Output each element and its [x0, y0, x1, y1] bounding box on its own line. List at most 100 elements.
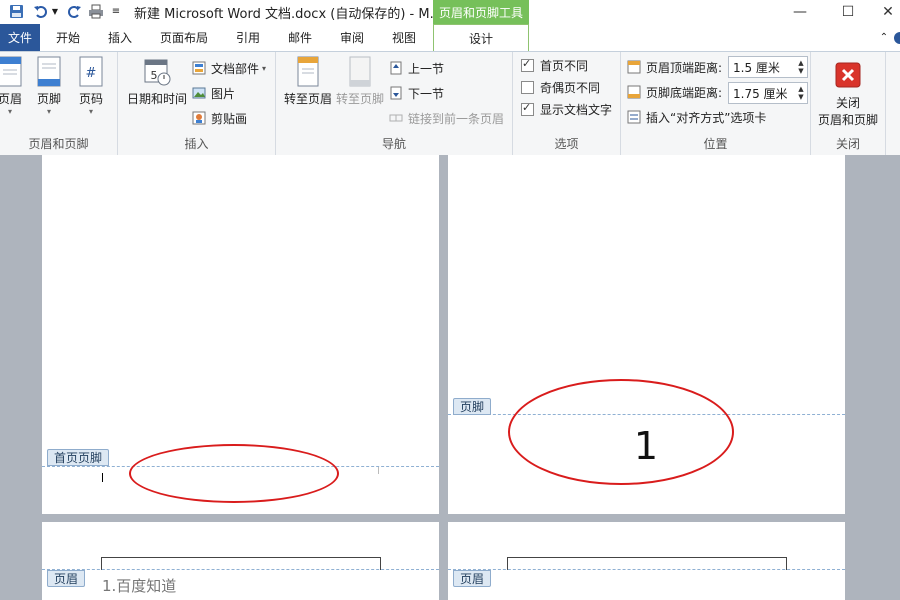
clipart-button[interactable]: 剪贴画: [192, 108, 247, 128]
next-section-label: 下一节: [408, 86, 445, 101]
red-annotation-ellipse: [508, 379, 734, 485]
minimize-button[interactable]: —: [780, 0, 820, 24]
insert-align-tab-button[interactable]: 插入“对齐方式”选项卡: [627, 107, 766, 127]
maximize-button[interactable]: ☐: [828, 0, 868, 24]
goto-footer-button[interactable]: 转至页脚: [334, 56, 386, 107]
next-section-button[interactable]: 下一节: [389, 83, 444, 103]
goto-footer-label: 转至页脚: [335, 92, 384, 106]
page-number-button-label: 页码: [78, 92, 103, 106]
footer-bottom-distance-label: 页脚底端距离:: [646, 85, 723, 100]
document-area[interactable]: 首页页脚 页脚 1 页眉 1.百度知道 页眉: [0, 155, 900, 600]
footer-bottom-distance-value: 1.75 厘米: [733, 86, 788, 101]
group-label-navigation: 导航: [381, 137, 406, 151]
picture-icon: [192, 87, 206, 99]
group-insert: 5 日期和时间 文档部件 ▾ 图片 剪贴画 插入: [118, 52, 276, 155]
goto-header-button[interactable]: 转至页眉: [280, 56, 336, 107]
group-label-position: 位置: [703, 137, 728, 151]
next-section-icon: [390, 86, 402, 100]
group-label-options: 选项: [554, 137, 579, 151]
tab-page-layout[interactable]: 页面布局: [152, 24, 216, 51]
tab-home[interactable]: 开始: [46, 24, 90, 51]
link-to-previous-button[interactable]: 链接到前一条页眉: [389, 108, 504, 128]
close-window-button[interactable]: ✕: [868, 0, 900, 24]
customize-icon[interactable]: ≡: [110, 2, 122, 20]
previous-section-label: 上一节: [408, 61, 445, 76]
checkbox-checked-icon: [521, 57, 534, 72]
tab-references[interactable]: 引用: [226, 24, 270, 51]
page-2[interactable]: 页脚 1: [448, 155, 845, 514]
quick-parts-button[interactable]: 文档部件 ▾: [192, 58, 266, 78]
header-top-distance-input[interactable]: 1.5 厘米 ▲ ▼: [728, 56, 808, 78]
group-label-insert: 插入: [184, 137, 209, 151]
first-page-footer-tag: 首页页脚: [47, 449, 110, 466]
tab-mailings[interactable]: 邮件: [278, 24, 322, 51]
chevron-down-icon[interactable]: ▼: [50, 2, 60, 20]
show-document-text-checkbox[interactable]: 显示文档文字: [521, 99, 612, 119]
svg-text:5: 5: [151, 69, 158, 82]
group-options: 首页不同 奇偶页不同 显示文档文字 选项: [513, 52, 621, 155]
page-number-icon: #: [77, 56, 105, 88]
picture-label: 图片: [211, 86, 236, 101]
spinner-arrows-icon[interactable]: ▲ ▼: [795, 59, 807, 75]
goto-header-icon: [294, 56, 322, 88]
close-button-line2: 页眉和页脚: [817, 113, 878, 127]
tab-view[interactable]: 视图: [382, 24, 426, 51]
date-time-button[interactable]: 5 日期和时间: [122, 56, 192, 107]
footer-tag: 页脚: [453, 398, 492, 415]
link-to-previous-label: 链接到前一条页眉: [408, 111, 505, 126]
chevron-down-icon: ▾: [46, 107, 51, 116]
header-distance-icon: [627, 60, 641, 74]
footer-bottom-distance-input[interactable]: 1.75 厘米 ▲ ▼: [728, 82, 808, 104]
quick-parts-label: 文档部件: [211, 61, 260, 76]
different-odd-even-checkbox[interactable]: 奇偶页不同: [521, 77, 600, 97]
page-number-button[interactable]: # 页码 ▾: [69, 56, 113, 116]
header-tag: 页眉: [453, 570, 492, 587]
footer-icon: [35, 56, 63, 88]
spinner-arrows-icon[interactable]: ▲ ▼: [795, 85, 807, 101]
header-boundary-line: [448, 569, 845, 570]
collapse-ribbon-icon[interactable]: ⌃: [876, 24, 892, 51]
help-icon[interactable]: [892, 24, 900, 51]
different-first-page-checkbox[interactable]: 首页不同: [521, 55, 588, 75]
tab-insert[interactable]: 插入: [98, 24, 142, 51]
tab-review[interactable]: 审阅: [330, 24, 374, 51]
quick-parts-icon: [192, 61, 206, 75]
checkbox-checked-icon: [521, 101, 534, 116]
save-icon[interactable]: [6, 2, 26, 20]
checkbox-unchecked-icon: [521, 80, 534, 94]
header-text[interactable]: 1.百度知道: [102, 575, 176, 596]
different-odd-even-label: 奇偶页不同: [540, 80, 601, 95]
date-time-label: 日期和时间: [126, 92, 187, 106]
header-top-distance-label-row: 页眉顶端距离:: [627, 57, 722, 77]
group-close: 关闭 页眉和页脚 关闭: [811, 52, 886, 155]
calendar-icon: 5: [143, 56, 171, 88]
page-4[interactable]: 页眉: [448, 522, 845, 600]
previous-section-icon: [390, 61, 402, 75]
header-top-distance-label: 页眉顶端距离:: [646, 60, 723, 75]
page-1[interactable]: 首页页脚: [42, 155, 439, 514]
svg-text:#: #: [86, 66, 97, 81]
chevron-down-icon: ▾: [88, 107, 93, 116]
chevron-down-icon: ▾: [262, 63, 267, 73]
close-header-footer-button[interactable]: 关闭 页眉和页脚: [815, 56, 881, 128]
ribbon: 页眉 ▾ 页脚 ▾ # 页码 ▾ 页眉和页脚 5 日期和时间 文档部件 ▾ 图片…: [0, 51, 900, 156]
different-first-page-label: 首页不同: [540, 58, 589, 73]
context-tab-header: 页眉和页脚工具: [433, 0, 529, 24]
tab-file[interactable]: 文件: [0, 24, 40, 51]
redo-icon[interactable]: [64, 2, 84, 20]
undo-icon[interactable]: [30, 2, 50, 20]
print-icon[interactable]: [86, 2, 106, 20]
previous-section-button[interactable]: 上一节: [389, 58, 444, 78]
red-annotation-ellipse: [129, 444, 339, 503]
ribbon-tab-row: 文件 开始 插入 页面布局 引用 邮件 审阅 视图 设计 ⌃: [0, 24, 900, 75]
text-cursor: [102, 473, 103, 482]
tab-design[interactable]: 设计: [433, 24, 529, 52]
close-icon: [835, 62, 861, 88]
close-button-line1: 关闭: [835, 96, 860, 110]
group-position: 页眉顶端距离: 1.5 厘米 ▲ ▼ 页脚底端距离: 1.75 厘米 ▲ ▼ 插入“…: [621, 52, 811, 155]
header-top-distance-value: 1.5 厘米: [733, 60, 780, 75]
page-3[interactable]: 页眉 1.百度知道: [42, 522, 439, 600]
footer-button[interactable]: 页脚 ▾: [27, 56, 71, 116]
picture-button[interactable]: 图片: [192, 83, 235, 103]
show-document-text-label: 显示文档文字: [540, 102, 613, 117]
